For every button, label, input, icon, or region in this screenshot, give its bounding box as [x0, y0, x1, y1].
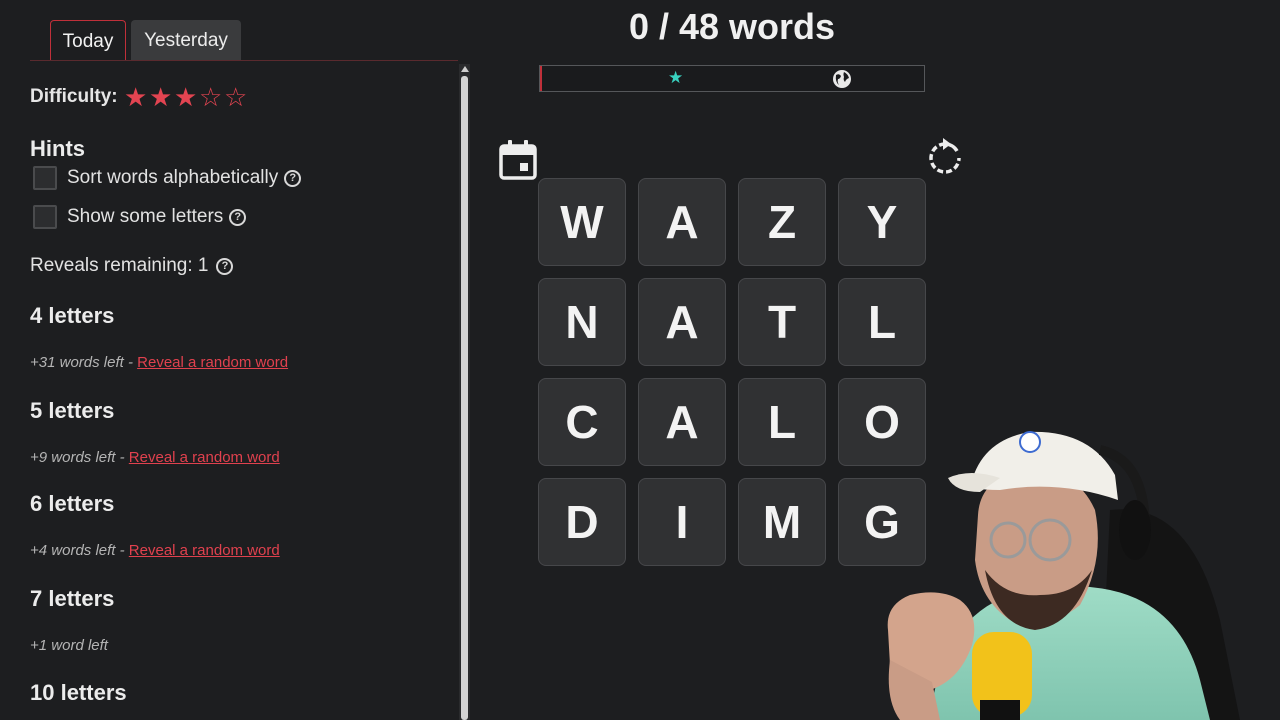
letter-tile[interactable]: C: [538, 378, 626, 466]
star-empty-icon: ☆: [198, 82, 223, 112]
progress-fill: [540, 66, 542, 91]
difficulty-label: Difficulty:: [30, 86, 118, 107]
group-4-letters-title: 4 letters: [30, 303, 115, 328]
group-7-letters-title: 7 letters: [30, 586, 115, 611]
group-4-letters-sub: +31 words left - Reveal a random word: [30, 354, 288, 371]
words-left-text: +4 words left -: [30, 542, 129, 559]
letter-tile[interactable]: Z: [738, 178, 826, 266]
group-6-letters-sub: +4 words left - Reveal a random word: [30, 542, 280, 559]
group-6-letters-title: 6 letters: [30, 491, 115, 516]
show-some-letters-checkbox[interactable]: [33, 205, 57, 229]
help-icon[interactable]: ?: [229, 208, 247, 226]
hint-label: Sort words alphabetically: [67, 167, 279, 188]
letter-tile[interactable]: A: [638, 278, 726, 366]
tab-yesterday[interactable]: Yesterday: [131, 20, 241, 61]
hints-title: Hints: [30, 136, 85, 161]
letter-tile[interactable]: A: [638, 178, 726, 266]
reveal-random-word-link[interactable]: Reveal a random word: [129, 542, 280, 559]
group-5-letters-title: 5 letters: [30, 398, 115, 423]
sidebar-scrollbar[interactable]: [459, 64, 470, 720]
group-7-letters-sub: +1 word left: [30, 637, 108, 654]
star-filled-icon: ★: [148, 82, 173, 112]
refresh-icon[interactable]: [925, 138, 965, 178]
words-left-text: +31 words left -: [30, 354, 138, 371]
group-5-letters-sub: +9 words left - Reveal a random word: [30, 449, 280, 466]
streamer-webcam: [887, 431, 1240, 720]
help-icon[interactable]: ?: [284, 169, 302, 187]
letter-tile[interactable]: W: [538, 178, 626, 266]
scroll-up-icon[interactable]: [461, 66, 469, 72]
star-filled-icon: ★: [123, 82, 148, 112]
help-icon[interactable]: ?: [216, 257, 234, 275]
letter-tile[interactable]: T: [738, 278, 826, 366]
difficulty-stars: ★ ★ ★ ☆ ☆: [124, 84, 248, 110]
reveals-remaining-text: Reveals remaining: 1: [30, 255, 209, 276]
letter-tile[interactable]: N: [538, 278, 626, 366]
hint-show-some-letters[interactable]: Show some letters ?: [33, 205, 247, 229]
hint-sort-alphabetically[interactable]: Sort words alphabetically ?: [33, 166, 302, 190]
letter-tile[interactable]: L: [738, 378, 826, 466]
words-left-text: +9 words left -: [30, 449, 129, 466]
tab-underline: [30, 60, 458, 61]
letter-tile[interactable]: M: [738, 478, 826, 566]
letter-tile[interactable]: I: [638, 478, 726, 566]
star-filled-icon: ★: [173, 82, 198, 112]
score-counter: 0 / 48 words: [628, 6, 836, 47]
tab-today[interactable]: Today: [50, 20, 126, 61]
scrollbar-thumb[interactable]: [461, 76, 468, 720]
words-left-text: +1 word left: [30, 637, 108, 654]
sort-alphabetically-checkbox[interactable]: [33, 166, 57, 190]
reveal-random-word-link[interactable]: Reveal a random word: [129, 449, 280, 466]
globe-icon: [833, 70, 851, 88]
hint-label: Show some letters: [67, 206, 224, 227]
star-milestone-icon: ★: [668, 68, 684, 87]
letter-tile[interactable]: Y: [838, 178, 926, 266]
progress-bar: ★: [539, 65, 925, 92]
calendar-icon[interactable]: [498, 138, 538, 180]
day-tabs: Today Yesterday: [50, 20, 241, 61]
letter-tile[interactable]: L: [838, 278, 926, 366]
letter-tile[interactable]: D: [538, 478, 626, 566]
group-10-letters-title: 10 letters: [30, 680, 127, 705]
star-empty-icon: ☆: [223, 82, 248, 112]
difficulty-row: Difficulty: ★ ★ ★ ☆ ☆: [30, 84, 248, 110]
letter-tile[interactable]: A: [638, 378, 726, 466]
reveal-random-word-link[interactable]: Reveal a random word: [137, 354, 288, 371]
reveals-remaining: Reveals remaining: 1 ?: [30, 255, 234, 277]
